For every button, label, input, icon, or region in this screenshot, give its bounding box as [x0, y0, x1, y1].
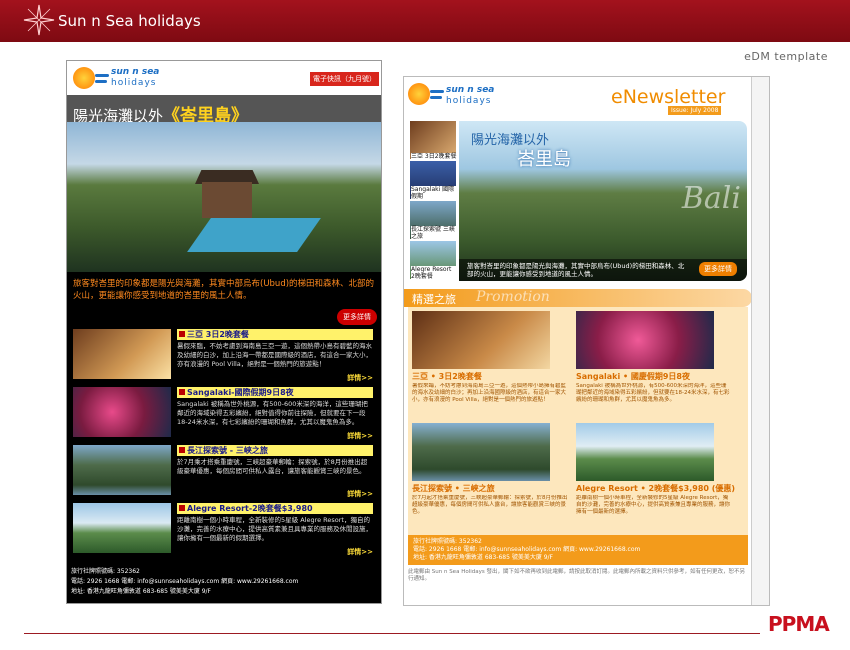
hotel-room-thumbnail — [73, 329, 171, 379]
disclaimer-text: 此電郵由 Sun n Sea Holidays 發出，閣下如不欲再收到此電郵，請… — [408, 569, 745, 582]
ppma-logo-text: PPMA — [768, 612, 830, 636]
sidebar-thumbnails: 三亞 3日2晚套餐 Sangalaki 國際假期 長江探索號 三峽之旅 Aleg… — [410, 121, 457, 281]
sidebar-item[interactable]: Alegre Resort 2晚套餐 — [410, 241, 457, 280]
item-more-link[interactable]: 詳情>> — [347, 547, 373, 557]
footer-line: 電話: 2926 1668 電郵: info@sunnseaholidays.c… — [71, 578, 299, 585]
footer-line: 地址: 香港九龍旺角彌敦道 683-685 號美美大廈 9/F — [413, 554, 554, 561]
card-image — [576, 311, 714, 369]
brand-tagline: holidays — [111, 78, 157, 88]
promo-card[interactable]: 長江探索號 • 三峽之旅 於7月起才搭乘重慶號，三峽超豪華郵輪：探索號，於8月份… — [408, 419, 573, 531]
hero-more-button[interactable]: 更多詳情 — [699, 262, 737, 276]
issue-badge: 電子快訊（九月號） — [310, 72, 379, 86]
card-image — [412, 423, 550, 481]
item-title: 長江探索號 - 三峽之旅 — [177, 445, 373, 456]
hero-line2: 峇里島 — [517, 149, 571, 170]
gorge-thumbnail — [73, 445, 171, 495]
promo-title: 精選之旅 — [412, 293, 456, 306]
promotion-grid: 三亞 • 3日2晚套餐 暑假來臨，不妨考慮到海南島三亞一遊，這個熱帶小島擁有碧藍… — [408, 307, 748, 537]
sidebar-item[interactable]: Sangalaki 國際假期 — [410, 161, 457, 200]
infinity-pool — [187, 218, 321, 252]
promo-watermark: Promotion — [476, 289, 550, 305]
edm-left-top: sun n sea holidays 電子快訊（九月號） — [67, 61, 381, 95]
sidebar-item-label: 三亞 3日2晚套餐 — [411, 153, 457, 160]
villa-building — [202, 182, 252, 218]
sidebar-item[interactable]: 三亞 3日2晚套餐 — [410, 121, 457, 160]
template-subtitle: eDM template — [744, 50, 828, 63]
hero-resort-image — [67, 122, 381, 272]
sidebar-item-label: Sangalaki 國際假期 — [411, 186, 457, 200]
item-body: 於7月乘才搭乘重慶號，三峽超豪華郵輪：探索號，於8月份推出超級豪華優惠，每個房間… — [177, 458, 368, 475]
edm-left-template: sun n sea holidays 電子快訊（九月號） 陽光海灘以外《峇里島》… — [66, 60, 382, 604]
hero-banner: 陽光海灘以外 峇里島 Bali 旅客對峇里的印象都是陽光與海灘，其實中部烏布(U… — [459, 121, 747, 281]
card-title: 三亞 • 3日2晚套餐 — [412, 372, 482, 381]
item-title: 三亞 3日2晚套餐 — [177, 329, 373, 340]
edm-left-headline: 陽光海灘以外《峇里島》 — [67, 95, 381, 126]
list-item: Sangalaki-國際假期9日8夜 Sangalaki 被稱為世外桃源，有50… — [73, 387, 377, 442]
card-text: 暑假來臨，不妨考慮到海南島三亞一遊，這個熱帶小島擁有碧藍的海水及幼細的白沙；再加… — [412, 383, 567, 403]
scrollbar[interactable] — [751, 77, 769, 605]
card-text: Sangalaki 被稱為世外桃源，有500-600米深的海洋，這些珊瑚把鄰近的… — [576, 383, 730, 403]
issue-label: Issue: July 2008 — [668, 106, 722, 115]
sidebar-item-label: 長江探索號 三峽之旅 — [411, 226, 457, 240]
sun-logo-icon — [408, 83, 430, 105]
top-header-bar: Sun n Sea holidays — [0, 0, 850, 42]
footer-divider — [24, 633, 760, 634]
newsletter-title: eNewsletter — [611, 86, 726, 108]
ppma-logo: PPMA — [768, 612, 830, 636]
intro-text: 旅客對峇里的印象都是陽光與海灘，其實中部烏布(Ubud)的梯田和森林、北部的火山… — [73, 279, 375, 301]
more-details-button[interactable]: 更多詳情 — [337, 309, 377, 325]
wave-icon — [95, 74, 109, 77]
list-item: 長江探索號 - 三峽之旅 於7月乘才搭乘重慶號，三峽超豪華郵輪：探索號，於8月份… — [73, 445, 377, 500]
list-item: Alegre Resort-2晚套餐$3,980 距離南樹一個小時車程，全新裝修… — [73, 503, 377, 558]
item-more-link[interactable]: 詳情>> — [347, 373, 373, 383]
list-item: 三亞 3日2晚套餐 暑假來臨，不妨考慮到海南島三亞一遊，這個熱帶小島有碧藍的海水… — [73, 329, 377, 384]
item-title: Sangalaki-國際假期9日8夜 — [177, 387, 373, 398]
item-body: 距離南樹一個小時車程，全新裝修的5星級 Alegre Resort，獨自的沙灘，… — [177, 516, 372, 542]
right-footer: 旅行社牌照號碼: 352362 電話: 2926 1668 電郵: info@s… — [408, 535, 748, 565]
brand-tagline: holidays — [446, 96, 492, 106]
promotion-banner: 精選之旅 Promotion — [404, 289, 752, 307]
card-image — [576, 423, 714, 481]
sun-logo-icon — [73, 67, 95, 89]
wave-icon — [95, 80, 107, 83]
item-body: 暑假來臨，不妨考慮到海南島三亞一遊，這個熱帶小島有碧藍的海水及幼細的白沙，加上沿… — [177, 342, 372, 368]
left-footer: 旅行社牌照號碼: 352362 電話: 2926 1668 電郵: info@s… — [71, 567, 298, 597]
card-text: 於7月起才搭乘重慶號，三峽超豪華郵輪：探索號，於8月份推出超級豪華優惠，每個房間… — [412, 495, 568, 515]
footer-line: 旅行社牌照號碼: 352362 — [413, 538, 482, 545]
newsletter-body: sun n sea holidays eNewsletter Issue: Ju… — [404, 77, 752, 605]
footer-line: 旅行社牌照號碼: 352362 — [71, 568, 140, 575]
promo-card[interactable]: Alegre Resort • 2晚套餐$3,980 (優惠) 距離南樹一個小時… — [572, 419, 737, 531]
newsletter-header: sun n sea holidays eNewsletter Issue: Ju… — [404, 77, 752, 117]
item-body: Sangalaki 被稱為世外桃源，有500-600米深的海洋，這些珊瑚把鄰近的… — [177, 400, 368, 426]
footer-line: 電話: 2926 1668 電郵: info@sunnseaholidays.c… — [413, 546, 641, 553]
item-more-link[interactable]: 詳情>> — [347, 489, 373, 499]
card-text: 距離南樹一個小時車程，全新裝修的5星級 Alegre Resort，獨自的沙灘，… — [576, 495, 731, 515]
footer-line: 地址: 香港九龍旺角彌敦道 683-685 號美美大廈 9/F — [71, 588, 212, 595]
sidebar-item-label: Alegre Resort 2晚套餐 — [411, 266, 457, 280]
starburst-logo-icon — [23, 4, 55, 36]
wave-icon — [430, 90, 444, 93]
edm-right-template: sun n sea holidays eNewsletter Issue: Ju… — [403, 76, 770, 606]
item-more-link[interactable]: 詳情>> — [347, 431, 373, 441]
page-title: Sun n Sea holidays — [58, 12, 201, 30]
brand-name: sun n sea — [111, 67, 160, 77]
card-title: 長江探索號 • 三峽之旅 — [412, 484, 495, 493]
coral-thumbnail — [73, 387, 171, 437]
item-title: Alegre Resort-2晚套餐$3,980 — [177, 503, 373, 514]
card-image — [412, 311, 550, 369]
hero-watermark: Bali — [681, 181, 741, 216]
sidebar-item[interactable]: 長江探索號 三峽之旅 — [410, 201, 457, 240]
promo-card[interactable]: Sangalaki • 國慶假期9日8夜 Sangalaki 被稱為世外桃源，有… — [572, 307, 737, 419]
card-title: Sangalaki • 國慶假期9日8夜 — [576, 372, 690, 381]
beach-resort-thumbnail — [73, 503, 171, 553]
wave-icon — [430, 96, 442, 99]
brand-name: sun n sea — [446, 85, 495, 95]
card-title: Alegre Resort • 2晚套餐$3,980 (優惠) — [576, 484, 736, 493]
promo-card[interactable]: 三亞 • 3日2晚套餐 暑假來臨，不妨考慮到海南島三亞一遊，這個熱帶小島擁有碧藍… — [408, 307, 573, 419]
